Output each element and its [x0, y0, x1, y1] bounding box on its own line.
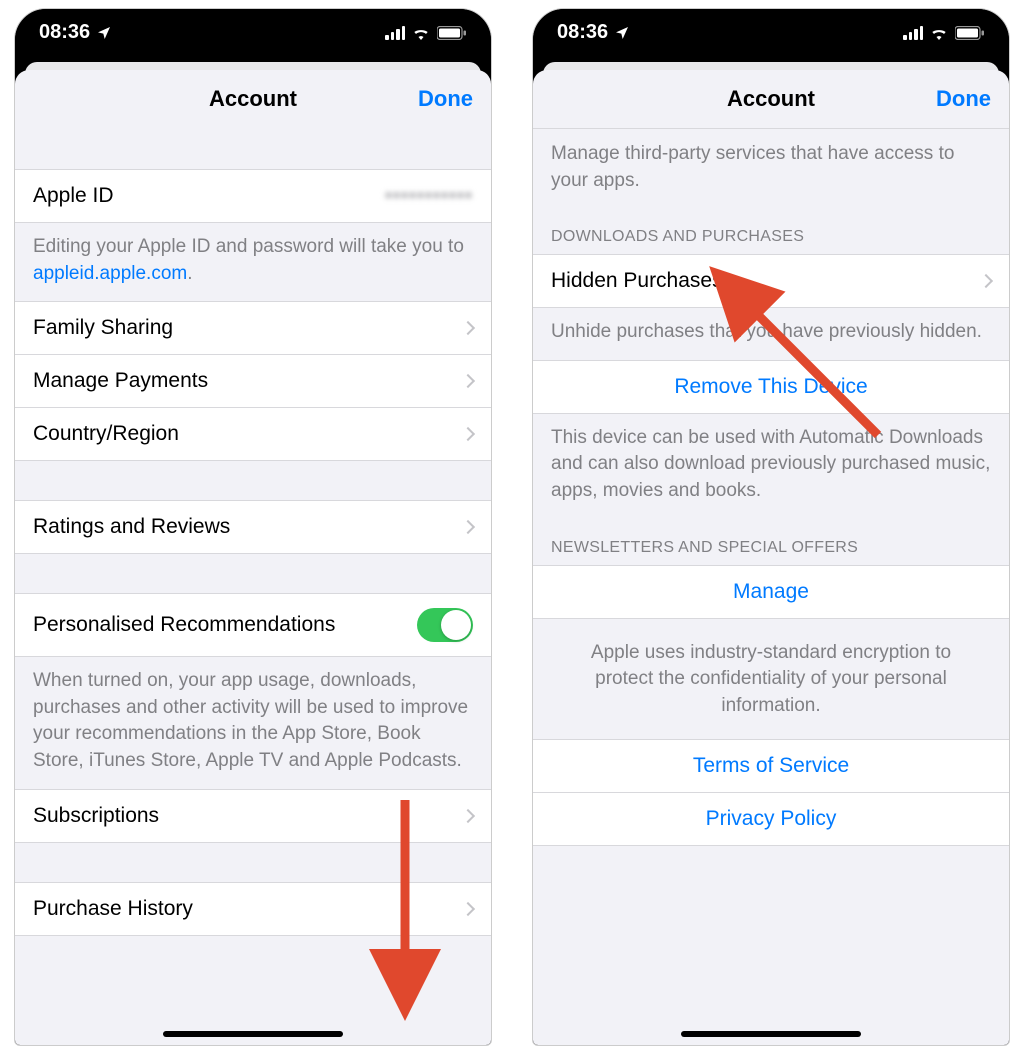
hidden-purchases-row[interactable]: Hidden Purchases [533, 254, 1009, 308]
cellular-icon [385, 26, 405, 40]
remove-device-footer: This device can be used with Automatic D… [533, 413, 1009, 519]
apps-access-footer: Manage third-party services that have ac… [533, 129, 1009, 208]
encryption-footer: Apple uses industry-standard encryption … [533, 618, 1009, 740]
chevron-right-icon [461, 901, 475, 915]
nav-bar: Account Done [15, 70, 491, 129]
subscriptions-row[interactable]: Subscriptions [15, 789, 491, 843]
cellular-icon [903, 26, 923, 40]
country-region-row[interactable]: Country/Region [15, 407, 491, 461]
apple-id-row[interactable]: Apple ID ••••••••••• [15, 169, 491, 223]
account-sheet: Account Done Manage third-party services… [533, 70, 1009, 1045]
apple-id-label: Apple ID [33, 184, 385, 208]
terms-of-service-link[interactable]: Terms of Service [533, 739, 1009, 793]
privacy-policy-link[interactable]: Privacy Policy [533, 792, 1009, 846]
apple-id-footer: Editing your Apple ID and password will … [15, 222, 491, 301]
chevron-right-icon [461, 374, 475, 388]
status-time: 08:36 [39, 21, 90, 44]
battery-icon [955, 26, 985, 40]
chevron-right-icon [461, 321, 475, 335]
home-indicator[interactable] [681, 1031, 861, 1037]
status-time: 08:36 [557, 21, 608, 44]
phone-right: 08:36 Account Done Manage third-party se… [532, 8, 1010, 1046]
home-indicator[interactable] [163, 1031, 343, 1037]
personalised-recommendations-footer: When turned on, your app usage, download… [15, 656, 491, 788]
status-bar: 08:36 [15, 9, 491, 54]
remove-device-button[interactable]: Remove This Device [533, 360, 1009, 414]
chevron-right-icon [979, 274, 993, 288]
section-newsletters: NEWSLETTERS AND SPECIAL OFFERS [533, 519, 1009, 565]
hidden-purchases-footer: Unhide purchases that you have previousl… [533, 307, 1009, 360]
done-button[interactable]: Done [418, 86, 473, 112]
apple-id-link[interactable]: appleid.apple.com [33, 263, 187, 284]
manage-payments-row[interactable]: Manage Payments [15, 354, 491, 408]
status-bar: 08:36 [533, 9, 1009, 54]
wifi-icon [929, 25, 949, 40]
phone-left: 08:36 Account Done Apple ID [14, 8, 492, 1046]
chevron-right-icon [461, 808, 475, 822]
wifi-icon [411, 25, 431, 40]
account-sheet: Account Done Apple ID ••••••••••• Editin… [15, 70, 491, 1045]
nav-title: Account [727, 86, 815, 112]
battery-icon [437, 26, 467, 40]
chevron-right-icon [461, 427, 475, 441]
purchase-history-row[interactable]: Purchase History [15, 882, 491, 936]
ratings-reviews-row[interactable]: Ratings and Reviews [15, 500, 491, 554]
location-icon [614, 25, 630, 41]
family-sharing-row[interactable]: Family Sharing [15, 301, 491, 355]
done-button[interactable]: Done [936, 86, 991, 112]
section-downloads-purchases: DOWNLOADS AND PURCHASES [533, 208, 1009, 254]
nav-title: Account [209, 86, 297, 112]
apple-id-value: ••••••••••• [385, 185, 473, 208]
personalised-recommendations-row: Personalised Recommendations [15, 593, 491, 657]
location-icon [96, 25, 112, 41]
personalised-recommendations-toggle[interactable] [417, 608, 473, 642]
manage-newsletters-button[interactable]: Manage [533, 565, 1009, 619]
chevron-right-icon [461, 520, 475, 534]
nav-bar: Account Done [533, 70, 1009, 129]
